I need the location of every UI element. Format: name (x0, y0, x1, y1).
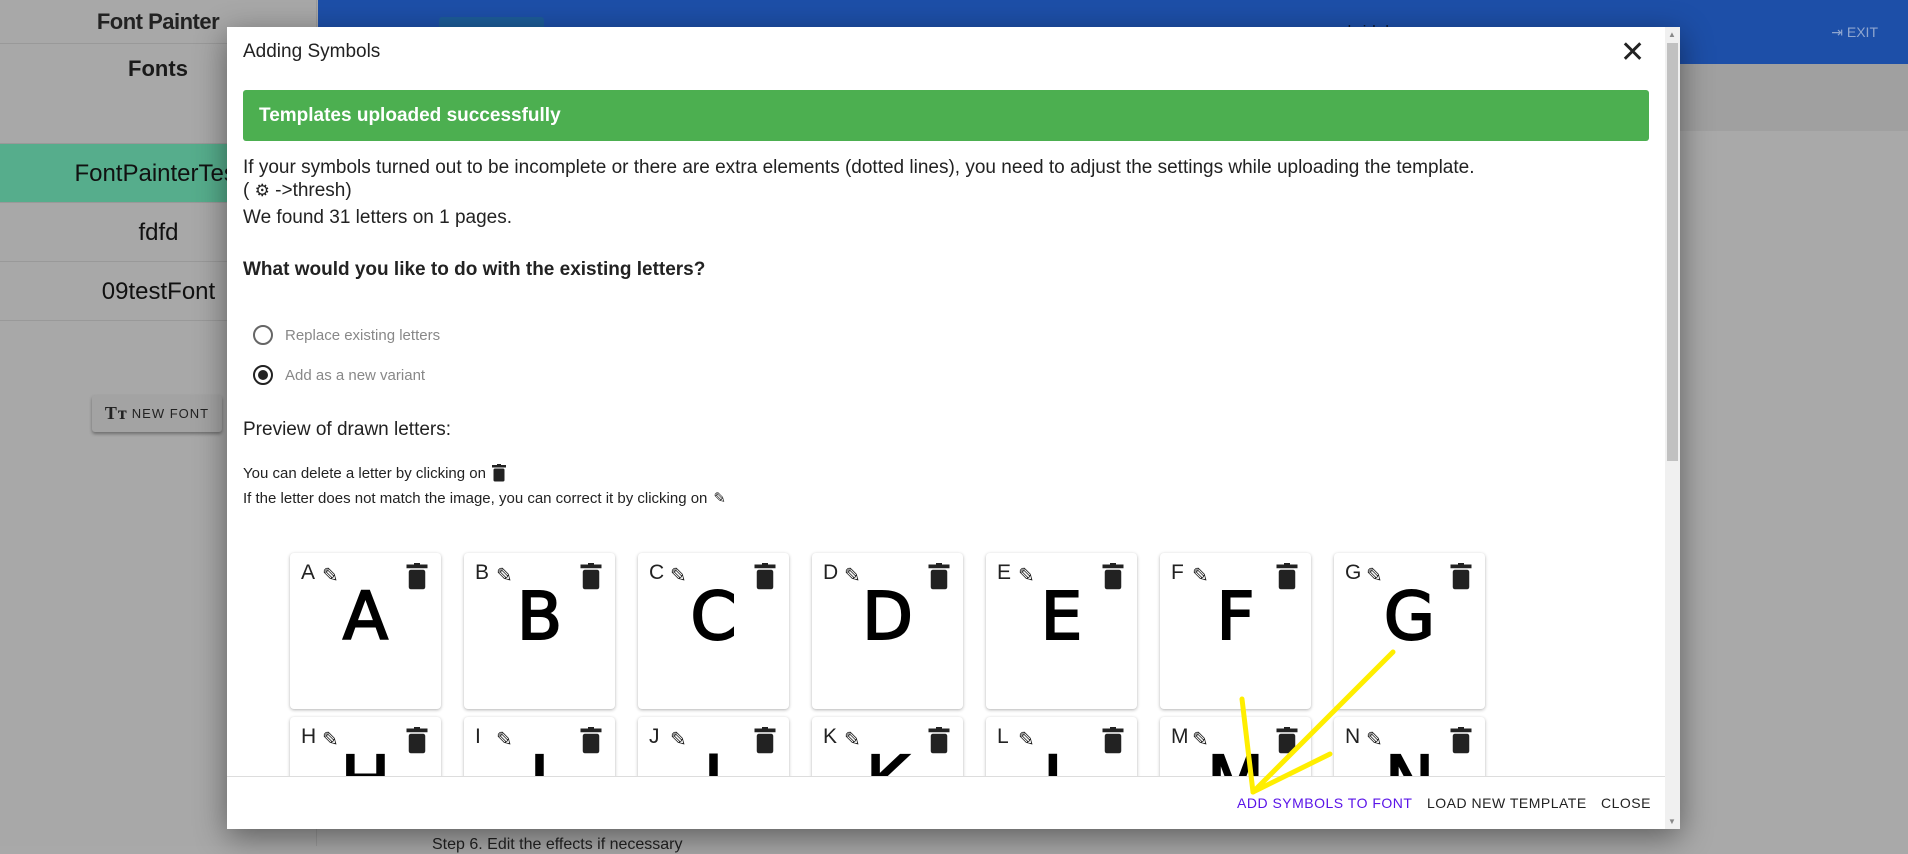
text-size-icon: Tᴛ (104, 403, 128, 423)
radio-circle[interactable] (253, 365, 273, 385)
scroll-down-icon[interactable]: ▼ (1668, 817, 1676, 826)
exit-button[interactable]: ⇥ EXIT (1831, 24, 1878, 41)
letter-card: E ✎ E (986, 553, 1137, 709)
delete-hint-text: You can delete a letter by clicking on (243, 464, 486, 482)
letter-card: D ✎ D (812, 553, 963, 709)
dialog-title: Adding Symbols (243, 41, 381, 62)
close-icon[interactable]: ✕ (1620, 35, 1645, 70)
question: What would you like to do with the exist… (243, 259, 706, 280)
scroll-up-icon[interactable]: ▲ (1668, 30, 1676, 39)
info-text: If your symbols turned out to be incompl… (243, 157, 1475, 178)
letter-card: C ✎ C (638, 553, 789, 709)
radio-label: Replace existing letters (285, 326, 441, 344)
drawn-letter: A (342, 577, 389, 656)
gears-icon: ⚙ (254, 181, 270, 200)
success-alert: Templates uploaded successfully (243, 90, 1649, 141)
load-new-template-button[interactable]: LOAD NEW TEMPLATE (1427, 795, 1587, 811)
thresh-text: ->thresh) (275, 180, 352, 201)
drawn-letter: D (861, 577, 914, 656)
letter-card: G ✎ G (1334, 553, 1485, 709)
radio-label: Add as a new variant (285, 366, 426, 384)
drawn-letter: E (1040, 577, 1084, 656)
step-text: Step 6. Edit the effects if necessary (432, 836, 683, 853)
delete-hint: You can delete a letter by clicking on (243, 464, 506, 482)
thresh-hint: ( ⚙ ->thresh) (243, 180, 352, 202)
drawn-letter: G (1383, 577, 1436, 656)
radio-circle[interactable] (253, 325, 273, 345)
new-font-label: NEW FONT (131, 406, 210, 421)
trash-icon (491, 464, 506, 482)
dialog-footer: ADD SYMBOLS TO FONT LOAD NEW TEMPLATE CL… (227, 776, 1665, 829)
pencil-icon: ✎ (713, 490, 726, 507)
adding-symbols-dialog: Adding Symbols ✕ Templates uploaded succ… (227, 27, 1680, 829)
edit-hint-text: If the letter does not match the image, … (243, 489, 708, 507)
drawn-letter: F (1216, 577, 1256, 656)
new-font-button[interactable]: Tᴛ NEW FONT (92, 395, 222, 432)
found-text: We found 31 letters on 1 pages. (243, 207, 512, 228)
close-button[interactable]: CLOSE (1601, 795, 1651, 811)
drawn-letter: B (516, 577, 563, 656)
letter-card: B ✎ B (464, 553, 615, 709)
drawn-letter: C (689, 577, 737, 656)
letter-card: F ✎ F (1160, 553, 1311, 709)
exit-icon: ⇥ (1831, 24, 1843, 40)
paren: ( (243, 180, 250, 201)
preview-heading: Preview of drawn letters: (243, 419, 452, 440)
scrollbar-thumb[interactable] (1667, 43, 1678, 461)
exit-label: EXIT (1846, 24, 1878, 40)
radio-replace[interactable]: Replace existing letters (253, 325, 440, 345)
add-symbols-button[interactable]: ADD SYMBOLS TO FONT (1237, 795, 1412, 811)
letter-card: A ✎ A (290, 553, 441, 709)
edit-hint: If the letter does not match the image, … (243, 489, 726, 508)
radio-add-variant[interactable]: Add as a new variant (253, 365, 425, 385)
scrollbar[interactable]: ▲ ▼ (1665, 27, 1680, 829)
